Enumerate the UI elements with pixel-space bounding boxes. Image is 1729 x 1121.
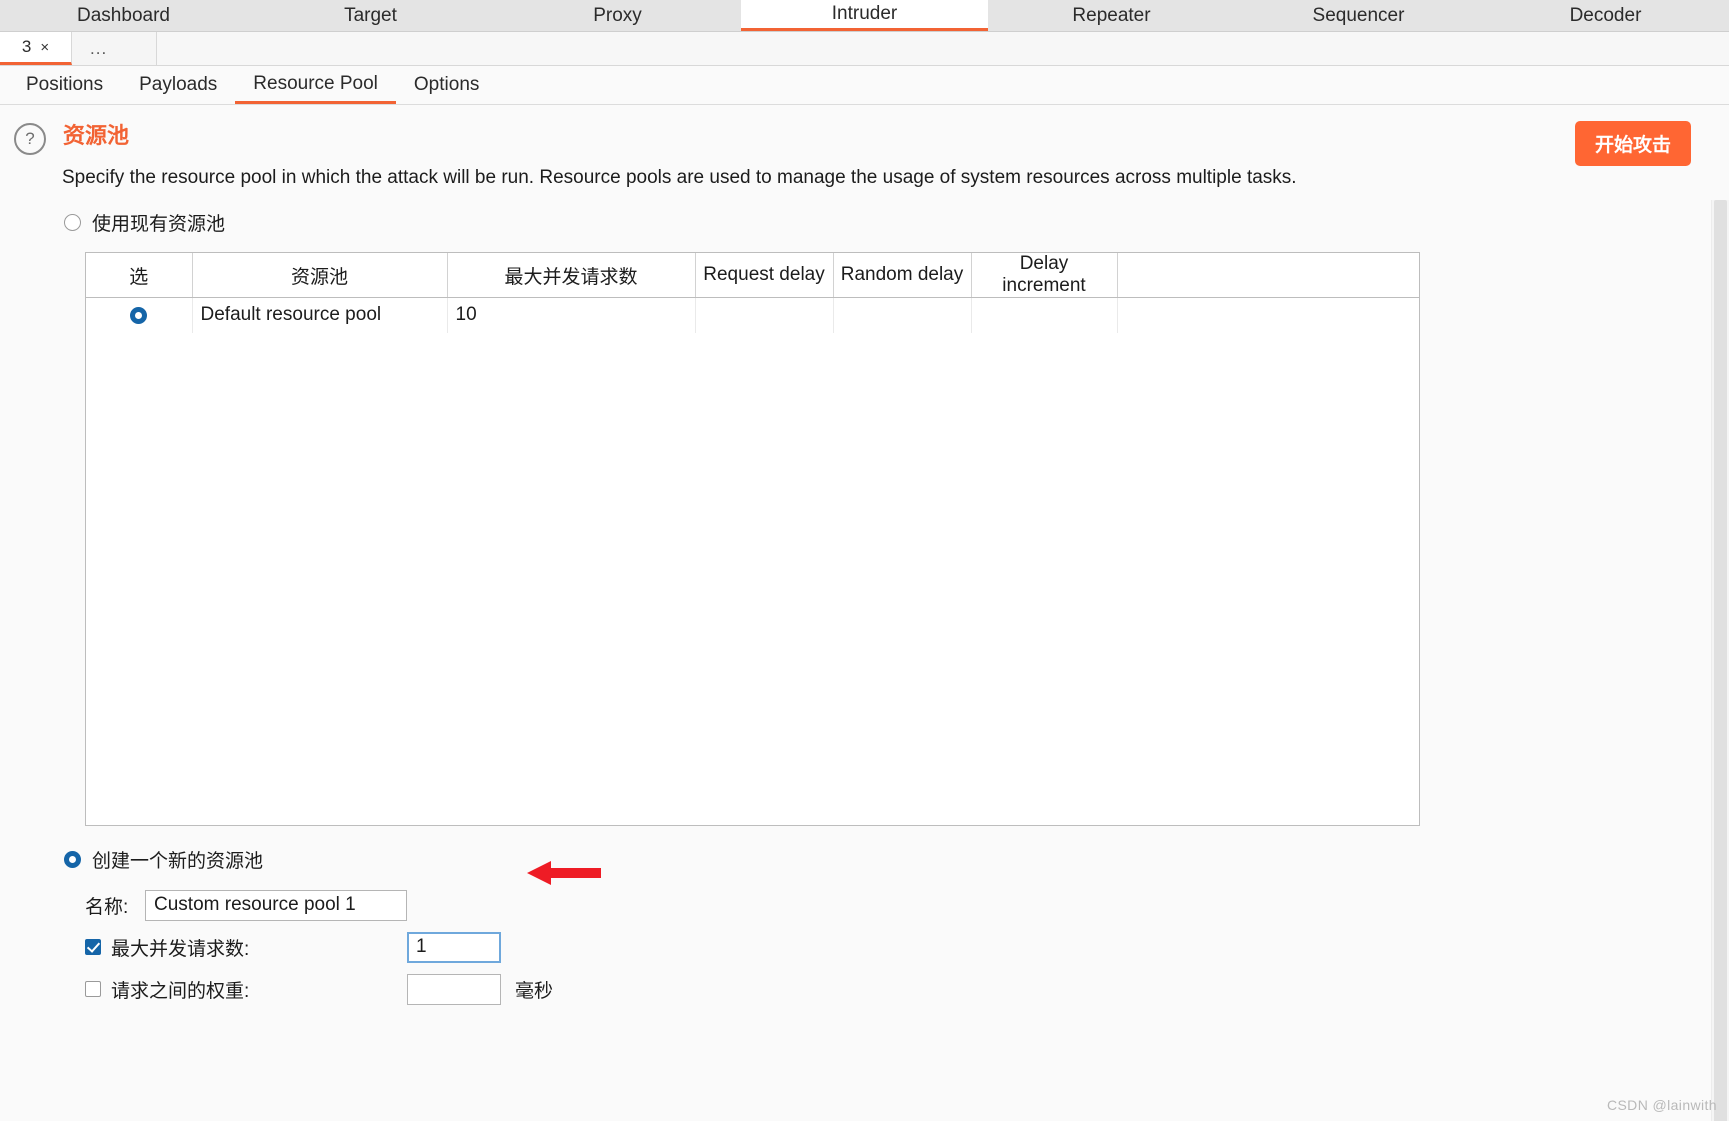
create-new-pool-section: 创建一个新的资源池 名称: 最大并发请求数: <box>0 846 1729 1008</box>
resource-pool-panel: ? 资源池 开始攻击 Specify the resource pool in … <box>0 105 1729 1121</box>
tab-positions[interactable]: Positions <box>8 66 121 104</box>
attack-tab-label: 3 <box>21 37 32 56</box>
row-delay-increment <box>971 297 1118 333</box>
main-tab-label: Sequencer <box>1312 4 1405 26</box>
delay-between-label: 请求之间的权重: <box>111 980 250 1002</box>
radio-create-new-pool[interactable]: 创建一个新的资源池 <box>64 846 1729 873</box>
section-header: ? 资源池 <box>0 105 1729 155</box>
main-tab-intruder[interactable]: Intruder <box>741 0 988 31</box>
close-icon[interactable]: × <box>40 39 49 56</box>
delay-unit-label: 毫秒 <box>515 980 554 1002</box>
start-attack-button[interactable]: 开始攻击 <box>1574 121 1691 166</box>
main-tab-label: Decoder <box>1569 4 1642 26</box>
column-header-spacer <box>1117 253 1419 298</box>
pool-name-input[interactable] <box>145 889 407 921</box>
radio-icon-selected[interactable] <box>130 306 148 324</box>
radio-icon-selected <box>64 851 81 868</box>
row-random-delay <box>833 297 972 333</box>
row-pool-name: Default resource pool <box>192 297 448 333</box>
tab-options[interactable]: Options <box>396 66 497 104</box>
form-row-delay-between: 请求之间的权重: 毫秒 <box>85 970 1729 1008</box>
delay-between-input[interactable] <box>407 973 501 1005</box>
column-header-random-delay[interactable]: Random delay <box>833 253 972 298</box>
main-tab-decoder[interactable]: Decoder <box>1482 0 1729 31</box>
delay-between-checkbox-row[interactable]: 请求之间的权重: <box>85 976 407 1003</box>
table-row[interactable]: Default resource pool 10 <box>86 297 1419 333</box>
row-select-cell[interactable] <box>86 297 193 333</box>
max-concurrent-label: 最大并发请求数: <box>111 938 250 960</box>
name-label: 名称: <box>85 896 129 918</box>
max-concurrent-input[interactable] <box>407 931 501 963</box>
help-icon[interactable]: ? <box>14 123 46 155</box>
column-header-select[interactable]: 选 <box>86 253 193 298</box>
main-tab-bar: Dashboard Target Proxy Intruder Repeater… <box>0 0 1729 32</box>
function-tab-bar: Positions Payloads Resource Pool Options <box>0 66 1729 105</box>
column-header-max-concurrent[interactable]: 最大并发请求数 <box>447 253 696 298</box>
column-header-delay-increment[interactable]: Delay increment <box>971 253 1118 298</box>
main-tab-sequencer[interactable]: Sequencer <box>1235 0 1482 31</box>
checkbox-icon-unchecked[interactable] <box>85 981 101 997</box>
column-header-pool-name[interactable]: 资源池 <box>192 253 448 298</box>
main-tab-label: Intruder <box>831 3 898 24</box>
main-tab-repeater[interactable]: Repeater <box>988 0 1235 31</box>
tab-resource-pool[interactable]: Resource Pool <box>235 66 396 104</box>
main-tab-label: Dashboard <box>77 4 170 26</box>
max-concurrent-checkbox-row[interactable]: 最大并发请求数: <box>85 934 407 961</box>
page-title: 资源池 <box>63 123 130 148</box>
main-tab-target[interactable]: Target <box>247 0 494 31</box>
form-row-name: 名称: <box>85 886 1729 924</box>
radio-label: 使用现有资源池 <box>92 214 226 235</box>
checkbox-icon-checked[interactable] <box>85 939 101 955</box>
attack-tab-3[interactable]: 3 × <box>0 32 72 65</box>
row-max-concurrent: 10 <box>447 297 696 333</box>
scrollbar-thumb[interactable] <box>1714 200 1727 1121</box>
row-request-delay <box>695 297 834 333</box>
tab-label: Payloads <box>139 74 218 95</box>
new-pool-form: 名称: 最大并发请求数: 请求之间的权重: 毫秒 <box>85 861 1729 1008</box>
ellipsis-icon: ... <box>90 38 108 58</box>
resource-pool-table: 选 资源池 最大并发请求数 Request delay Random delay… <box>86 253 1419 333</box>
resource-pool-table-container[interactable]: 选 资源池 最大并发请求数 Request delay Random delay… <box>85 252 1420 826</box>
tab-label: Positions <box>26 74 104 95</box>
tab-payloads[interactable]: Payloads <box>121 66 235 104</box>
radio-icon-unselected <box>64 214 81 231</box>
row-spacer <box>1117 298 1419 333</box>
watermark: CSDN @lainwith <box>1606 1097 1717 1113</box>
tab-label: Resource Pool <box>253 72 378 94</box>
column-header-request-delay[interactable]: Request delay <box>695 253 834 298</box>
table-header-row: 选 资源池 最大并发请求数 Request delay Random delay… <box>86 253 1419 298</box>
tab-label: Options <box>413 74 480 95</box>
section-description: Specify the resource pool in which the a… <box>62 167 1297 188</box>
main-tab-label: Target <box>344 4 397 26</box>
main-tab-label: Proxy <box>593 4 642 26</box>
radio-use-existing-pool[interactable]: 使用现有资源池 <box>64 209 1729 236</box>
attack-tab-more[interactable]: ... <box>72 32 157 65</box>
help-glyph: ? <box>25 129 35 148</box>
attack-tab-bar: 3 × ... <box>0 32 1729 66</box>
radio-label: 创建一个新的资源池 <box>92 851 264 872</box>
vertical-scrollbar[interactable] <box>1711 200 1729 1121</box>
main-tab-proxy[interactable]: Proxy <box>494 0 741 31</box>
main-tab-dashboard[interactable]: Dashboard <box>0 0 247 31</box>
attack-tab-filler <box>157 32 1729 65</box>
main-tab-label: Repeater <box>1072 4 1151 26</box>
form-row-max-concurrent: 最大并发请求数: <box>85 861 1729 966</box>
